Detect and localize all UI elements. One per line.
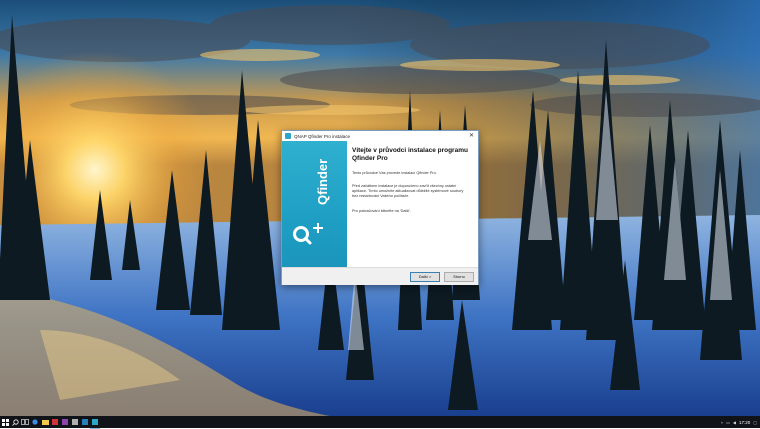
installer-banner: Qfinder bbox=[282, 141, 347, 267]
welcome-heading: Vítejte v průvodci instalace programu Qf… bbox=[352, 147, 468, 162]
file-explorer-icon[interactable] bbox=[40, 416, 50, 428]
continue-hint-text: Pro pokračování klikněte na 'Další'. bbox=[352, 209, 412, 213]
intro-text: Tento průvodce Vás provede instalací Qfi… bbox=[352, 171, 437, 175]
clock[interactable]: 17:20 bbox=[739, 420, 750, 425]
task-view-icon[interactable] bbox=[20, 416, 30, 428]
magnifier-plus-icon bbox=[293, 223, 323, 245]
network-icon[interactable]: ▭ bbox=[726, 420, 730, 425]
windows-start-icon[interactable] bbox=[0, 416, 10, 428]
close-button[interactable]: ✕ bbox=[469, 132, 474, 140]
app-icon bbox=[285, 133, 291, 139]
installer-taskbar-icon[interactable] bbox=[90, 416, 100, 429]
app-icon-2[interactable] bbox=[80, 416, 90, 428]
search-icon[interactable] bbox=[10, 416, 20, 428]
installer-content: Vítejte v průvodci instalace programu Qf… bbox=[347, 141, 478, 267]
store-icon[interactable] bbox=[50, 416, 60, 428]
window-title: QNAP Qfinder Pro instalace bbox=[294, 133, 350, 139]
system-tray: ˄ ▭ ◀ 17:20 ▢ bbox=[721, 416, 760, 428]
volume-icon[interactable]: ◀ bbox=[733, 420, 736, 425]
recommendation-text: Před začátkem instalace je doporučeno za… bbox=[352, 184, 464, 198]
chevron-up-icon[interactable]: ˄ bbox=[721, 420, 723, 425]
taskbar: ˄ ▭ ◀ 17:20 ▢ bbox=[0, 416, 760, 429]
installer-footer: Další > Storno bbox=[282, 267, 478, 285]
desktop: QNAP Qfinder Pro instalace ✕ Qfinder Vít… bbox=[0, 0, 760, 428]
action-center-icon[interactable]: ▢ bbox=[753, 420, 757, 425]
next-button[interactable]: Další > bbox=[410, 272, 440, 282]
window-titlebar[interactable]: QNAP Qfinder Pro instalace ✕ bbox=[282, 131, 478, 141]
edge-icon[interactable] bbox=[30, 416, 40, 428]
installer-window: QNAP Qfinder Pro instalace ✕ Qfinder Vít… bbox=[281, 130, 479, 285]
qfinder-brand-text: Qfinder bbox=[315, 158, 330, 205]
mail-icon[interactable] bbox=[60, 416, 70, 428]
cancel-button[interactable]: Storno bbox=[444, 272, 474, 282]
app-icon[interactable] bbox=[70, 416, 80, 428]
